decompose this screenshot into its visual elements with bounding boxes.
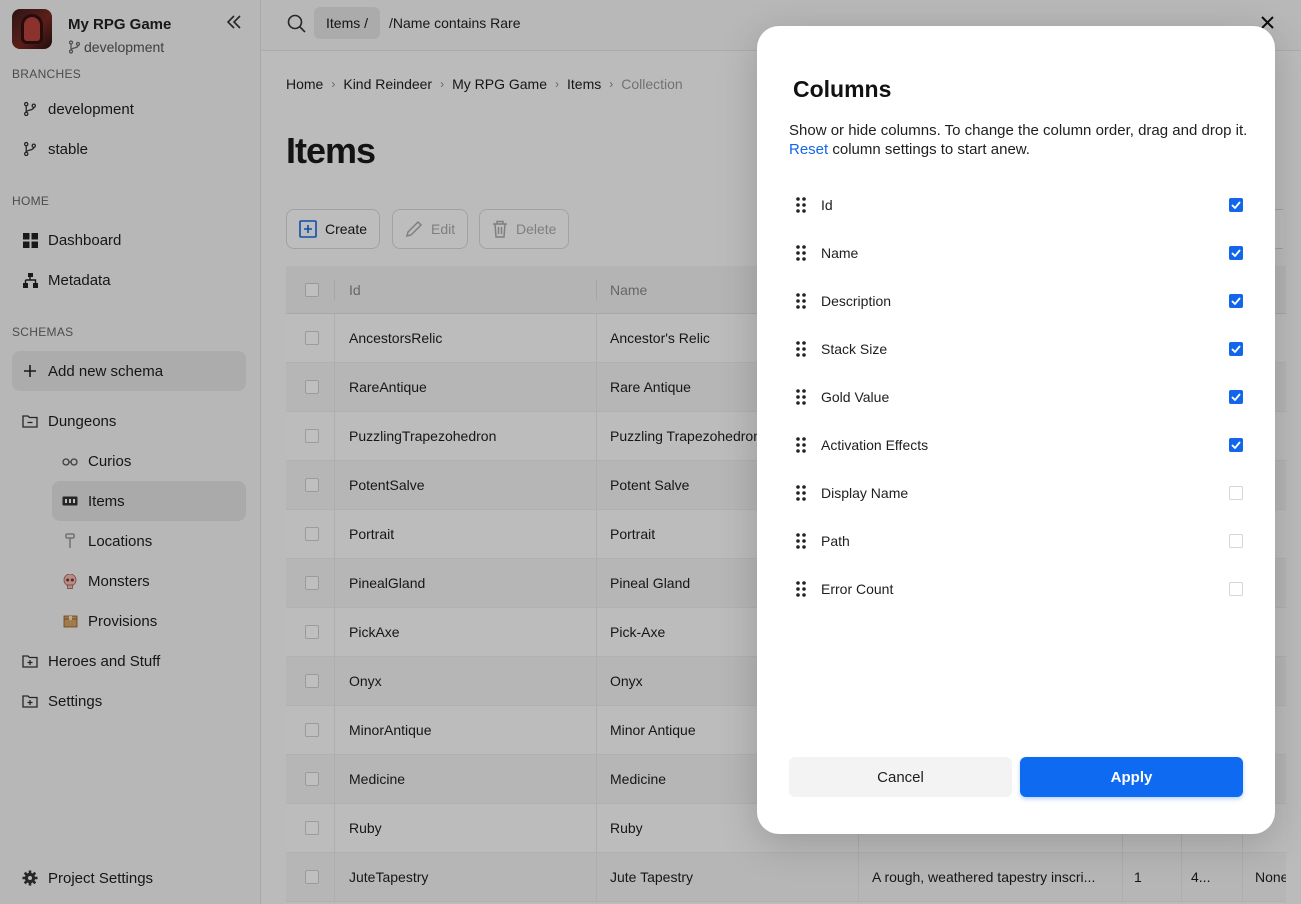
column-option-id[interactable]: Id — [789, 185, 1243, 225]
column-visibility-checkbox[interactable] — [1229, 534, 1243, 548]
checkmark-icon — [1231, 393, 1241, 401]
drag-handle-icon[interactable] — [789, 385, 813, 409]
column-option-label: Stack Size — [821, 341, 888, 357]
column-visibility-checkbox[interactable] — [1229, 246, 1243, 260]
column-visibility-checkbox[interactable] — [1229, 198, 1243, 212]
drag-handle-icon[interactable] — [789, 241, 813, 265]
checkmark-icon — [1231, 201, 1241, 209]
column-visibility-checkbox[interactable] — [1229, 390, 1243, 404]
column-option-error-count[interactable]: Error Count — [789, 569, 1243, 609]
column-visibility-checkbox[interactable] — [1229, 438, 1243, 452]
column-visibility-checkbox[interactable] — [1229, 486, 1243, 500]
drag-handle-icon[interactable] — [789, 481, 813, 505]
dialog-description-text: Show or hide columns. To change the colu… — [789, 122, 1248, 139]
column-option-label: Id — [821, 197, 833, 213]
column-option-gold-value[interactable]: Gold Value — [789, 377, 1243, 417]
cancel-button[interactable]: Cancel — [789, 757, 1012, 797]
column-option-label: Gold Value — [821, 389, 890, 405]
apply-button[interactable]: Apply — [1020, 757, 1243, 797]
checkmark-icon — [1231, 249, 1241, 257]
column-option-display-name[interactable]: Display Name — [789, 473, 1243, 513]
drag-handle-icon[interactable] — [789, 577, 813, 601]
dialog-title: Columns — [793, 76, 892, 102]
column-option-label: Name — [821, 245, 859, 261]
drag-handle-icon[interactable] — [789, 337, 813, 361]
reset-link[interactable]: Reset — [789, 141, 828, 158]
column-visibility-checkbox[interactable] — [1229, 582, 1243, 596]
column-visibility-checkbox[interactable] — [1229, 342, 1243, 356]
column-visibility-checkbox[interactable] — [1229, 294, 1243, 308]
reset-suffix: column settings to start anew. — [828, 141, 1030, 158]
column-option-description[interactable]: Description — [789, 281, 1243, 321]
drag-handle-icon[interactable] — [789, 193, 813, 217]
columns-dialog: Columns Show or hide columns. To change … — [757, 26, 1275, 834]
column-option-label: Description — [821, 293, 892, 309]
checkmark-icon — [1231, 297, 1241, 305]
column-option-label: Path — [821, 533, 850, 549]
drag-handle-icon[interactable] — [789, 529, 813, 553]
column-option-name[interactable]: Name — [789, 233, 1243, 273]
drag-handle-icon[interactable] — [789, 289, 813, 313]
column-option-stack-size[interactable]: Stack Size — [789, 329, 1243, 369]
drag-handle-icon[interactable] — [789, 433, 813, 457]
column-option-label: Error Count — [821, 581, 894, 597]
checkmark-icon — [1231, 345, 1241, 353]
column-option-path[interactable]: Path — [789, 521, 1243, 561]
column-option-label: Display Name — [821, 485, 909, 501]
column-option-activation-effects[interactable]: Activation Effects — [789, 425, 1243, 465]
checkmark-icon — [1231, 441, 1241, 449]
column-option-label: Activation Effects — [821, 437, 929, 453]
dialog-description: Show or hide columns. To change the colu… — [789, 121, 1259, 159]
